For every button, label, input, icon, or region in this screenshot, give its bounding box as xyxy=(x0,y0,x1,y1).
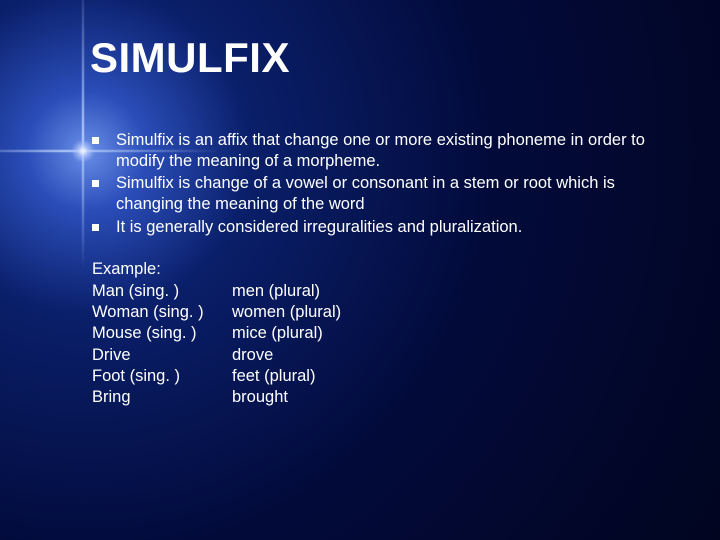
examples-label: Example: xyxy=(92,259,660,280)
example-plural: drove xyxy=(232,345,273,366)
example-row: Drive drove xyxy=(92,345,660,366)
example-singular: Woman (sing. ) xyxy=(92,302,232,323)
example-singular: Mouse (sing. ) xyxy=(92,323,232,344)
example-plural: men (plural) xyxy=(232,281,320,302)
example-plural: feet (plural) xyxy=(232,366,315,387)
slide: SIMULFIX Simulfix is an affix that chang… xyxy=(0,0,720,540)
example-singular: Drive xyxy=(92,345,232,366)
example-row: Bring brought xyxy=(92,387,660,408)
example-row: Man (sing. ) men (plural) xyxy=(92,281,660,302)
bullet-item: Simulfix is change of a vowel or consona… xyxy=(90,173,660,214)
example-plural: women (plural) xyxy=(232,302,341,323)
example-singular: Foot (sing. ) xyxy=(92,366,232,387)
example-row: Mouse (sing. ) mice (plural) xyxy=(92,323,660,344)
example-plural: mice (plural) xyxy=(232,323,323,344)
example-row: Woman (sing. ) women (plural) xyxy=(92,302,660,323)
example-singular: Man (sing. ) xyxy=(92,281,232,302)
bullet-item: It is generally considered irreguralitie… xyxy=(90,217,660,238)
example-row: Foot (sing. ) feet (plural) xyxy=(92,366,660,387)
example-singular: Bring xyxy=(92,387,232,408)
bullet-list: Simulfix is an affix that change one or … xyxy=(90,130,660,237)
example-plural: brought xyxy=(232,387,288,408)
bullet-item: Simulfix is an affix that change one or … xyxy=(90,130,660,171)
examples-block: Example: Man (sing. ) men (plural) Woman… xyxy=(90,259,660,408)
slide-title: SIMULFIX xyxy=(90,34,660,82)
